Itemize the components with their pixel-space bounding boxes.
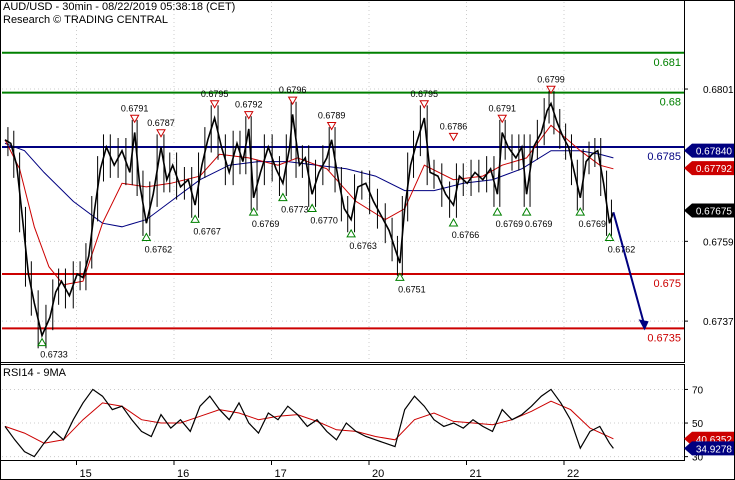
price-tick-label: 0.6737	[703, 317, 734, 328]
high-label: 0.6791	[121, 103, 149, 113]
low-label: 0.6762	[608, 244, 636, 254]
high-label: 0.6795	[201, 89, 229, 99]
rsi-tick-label: 70	[692, 385, 704, 396]
low-label: 0.6751	[398, 284, 426, 294]
low-label: 0.6769	[496, 219, 524, 229]
low-label: 0.6769	[578, 219, 606, 229]
time-tick-label: 21	[470, 468, 482, 480]
level-resistance-label: 0.681	[653, 57, 681, 69]
time-tick-label: 20	[372, 468, 384, 480]
chart-canvas: 0.681 0.68 0.6785 0.675 0.6735 0.6791 0.6787 0…	[0, 0, 735, 480]
high-label: 0.6791	[488, 103, 516, 113]
price-badge-label: 0.67840	[696, 147, 733, 158]
low-marker	[521, 207, 532, 216]
price-tick-label: 0.6801	[703, 85, 734, 96]
projection-arrow	[612, 212, 649, 331]
low-label: 0.6733	[40, 350, 68, 360]
low-marker	[141, 232, 152, 241]
high-label: 0.6795	[410, 89, 438, 99]
projection-line	[612, 212, 645, 323]
low-label: 0.6767	[193, 226, 221, 236]
low-label: 0.6769	[252, 219, 280, 229]
low-label: 0.6770	[310, 215, 338, 225]
rsi-tick-label: 50	[692, 419, 704, 430]
low-label: 0.6773	[281, 205, 309, 215]
low-label: 0.6763	[349, 241, 377, 251]
high-marker	[209, 100, 220, 109]
rsi-ma-line	[4, 400, 614, 444]
chart-title: AUD/USD - 30min - 08/22/2019 05:38:18 (C…	[3, 1, 236, 13]
high-marker	[287, 96, 298, 106]
price-badge-label: 0.67792	[696, 164, 733, 175]
low-marker	[278, 192, 288, 202]
level-support-label: 0.6735	[647, 332, 681, 344]
time-tick-label: 16	[177, 468, 189, 480]
low-marker	[346, 228, 356, 238]
high-label: 0.6787	[147, 118, 175, 128]
low-label: 0.6766	[452, 230, 480, 240]
high-label: 0.6792	[235, 100, 263, 110]
low-label: 0.6762	[145, 244, 173, 254]
low-label: 0.6769	[525, 219, 553, 229]
level-resistance-label: 0.68	[660, 97, 681, 109]
low-marker	[190, 214, 200, 223]
rsi-badge-label: 34.9278	[696, 444, 733, 455]
high-label: 0.6799	[537, 74, 565, 84]
rsi-panel-title: RSI14 - 9MA	[3, 367, 66, 379]
low-marker	[37, 337, 47, 347]
level-pivot-label: 0.6785	[647, 151, 681, 163]
price-tick-label: 0.6759	[703, 237, 734, 248]
time-tick-label: 15	[80, 468, 92, 480]
time-tick-label: 17	[275, 468, 287, 480]
price-badge-label: 0.67675	[696, 207, 733, 218]
low-marker	[448, 217, 459, 227]
price-badges: 0.678400.677920.6767540.635234.9278	[684, 143, 734, 456]
level-support-label: 0.675	[653, 278, 681, 290]
price-gridlines	[2, 2, 684, 361]
high-label: 0.6789	[318, 111, 346, 121]
time-tick-label: 22	[567, 468, 579, 480]
low-marker	[307, 203, 317, 212]
chart-source: Research © TRADING CENTRAL	[3, 14, 168, 26]
high-label: 0.6796	[279, 85, 307, 95]
high-marker	[448, 132, 459, 142]
time-axis: 15 16 17 20 21 22	[76, 460, 579, 480]
low-marker	[492, 207, 503, 216]
high-label: 0.6786	[440, 121, 468, 131]
